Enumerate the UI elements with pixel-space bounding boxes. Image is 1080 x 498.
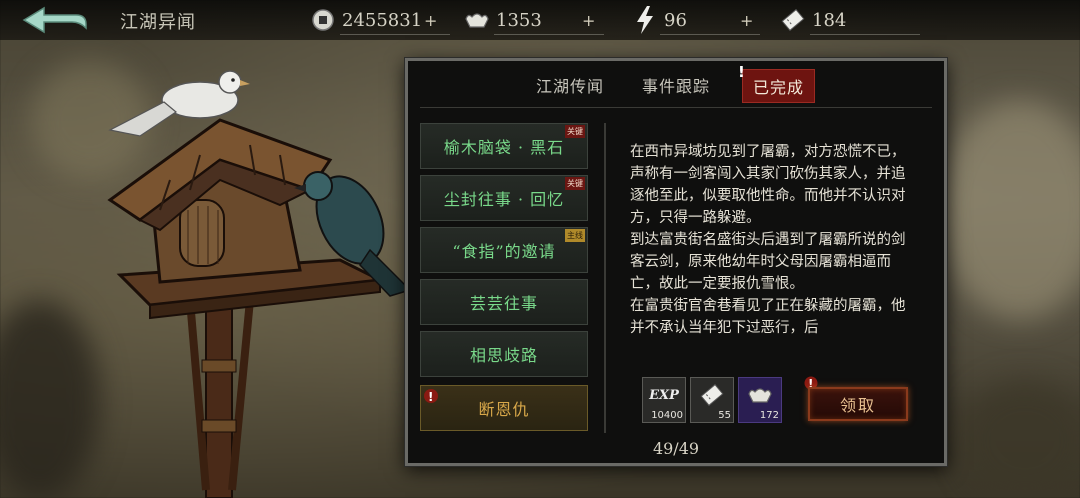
quest-tag: 关键 (565, 125, 585, 138)
quest-tag: 主线 (565, 229, 585, 242)
ticket-value: 184 (812, 9, 847, 31)
silver-value: 1353 (496, 9, 542, 31)
quest-label: 榆木脑袋 · 黑石 (443, 138, 565, 157)
tab-rumors[interactable]: 江湖传闻 (536, 73, 604, 97)
quest-label: 芸芸往事 (469, 294, 538, 313)
reward-list: EXP 10400 55 172 (642, 377, 782, 423)
tab-divider (420, 107, 932, 108)
reward-count: 10400 (651, 410, 683, 421)
reward-ticket[interactable]: 55 (690, 377, 734, 423)
back-button[interactable] (20, 4, 90, 36)
tab-tracking[interactable]: 事件跟踪 (642, 73, 710, 97)
stamina-value: 96 (664, 9, 687, 31)
quest-item[interactable]: 芸芸往事 (420, 279, 588, 325)
add-coin-button[interactable]: + (424, 6, 437, 34)
birdhouse-illustration (107, 70, 410, 498)
lightning-icon (632, 6, 658, 34)
alert-icon: ! (738, 63, 745, 79)
top-bar: 江湖异闻 2455831 + 1353 + 96 + 184 (0, 0, 1080, 40)
quest-item[interactable]: “食指”的邀请 主线 (420, 227, 588, 273)
page-indicator: 49/49 (652, 439, 700, 458)
quest-item[interactable]: 榆木脑袋 · 黑石 关键 (420, 123, 588, 169)
tab-completed[interactable]: 已完成 (742, 69, 816, 103)
quest-tag: 关键 (565, 177, 585, 190)
reward-silver[interactable]: 172 (738, 377, 782, 423)
stamina-counter: 96 (632, 6, 687, 34)
coin-icon (310, 7, 336, 33)
reward-count: 55 (718, 410, 731, 421)
reward-count: 172 (759, 410, 779, 421)
quest-item-selected[interactable]: ! 断恩仇 (420, 385, 588, 431)
description-text: 在西市异域坊见到了屠霸，对方恐慌不已，声称有一剑客闯入其家门砍伤其家人，并追逐他… (630, 144, 906, 336)
add-silver-button[interactable]: + (582, 6, 595, 34)
svg-text:!: ! (738, 63, 745, 79)
silver-counter: 1353 (464, 6, 542, 34)
quest-item[interactable]: 尘封往事 · 回忆 关键 (420, 175, 588, 221)
divider (604, 123, 606, 433)
claim-label: 领取 (839, 396, 876, 415)
reward-exp[interactable]: EXP 10400 (642, 377, 686, 423)
silver-ingot-icon (739, 380, 781, 410)
tab-bar: 江湖传闻 事件跟踪 已完成 ! (408, 61, 944, 107)
quest-description: 在西市异域坊见到了屠霸，对方恐慌不已，声称有一剑客闯入其家门砍伤其家人，并追逐他… (630, 141, 908, 347)
exp-label: EXP (649, 387, 679, 403)
ticket-counter: 184 (780, 6, 846, 34)
silver-ingot-icon (464, 7, 490, 33)
quest-label: 相思歧路 (469, 346, 538, 365)
ticket-icon (691, 380, 733, 410)
quest-label: 尘封往事 · 回忆 (443, 190, 565, 209)
page-title: 江湖异闻 (120, 12, 196, 33)
coin-counter: 2455831 (310, 6, 422, 34)
alert-icon: ! (424, 389, 438, 404)
quest-item[interactable]: 相思歧路 (420, 331, 588, 377)
quest-label: “食指”的邀请 (452, 242, 556, 261)
svg-text:!: ! (428, 390, 433, 404)
ticket-icon (780, 7, 806, 33)
events-panel: 江湖传闻 事件跟踪 已完成 ! 榆木脑袋 · 黑石 关键 尘封往事 · 回忆 关… (405, 58, 947, 466)
back-arrow-icon (22, 6, 87, 34)
coin-value: 2455831 (342, 9, 423, 31)
exp-icon: EXP (643, 380, 685, 410)
quest-label: 断恩仇 (478, 400, 530, 419)
claim-button[interactable]: 领取 (808, 387, 908, 421)
add-stamina-button[interactable]: + (740, 6, 753, 34)
